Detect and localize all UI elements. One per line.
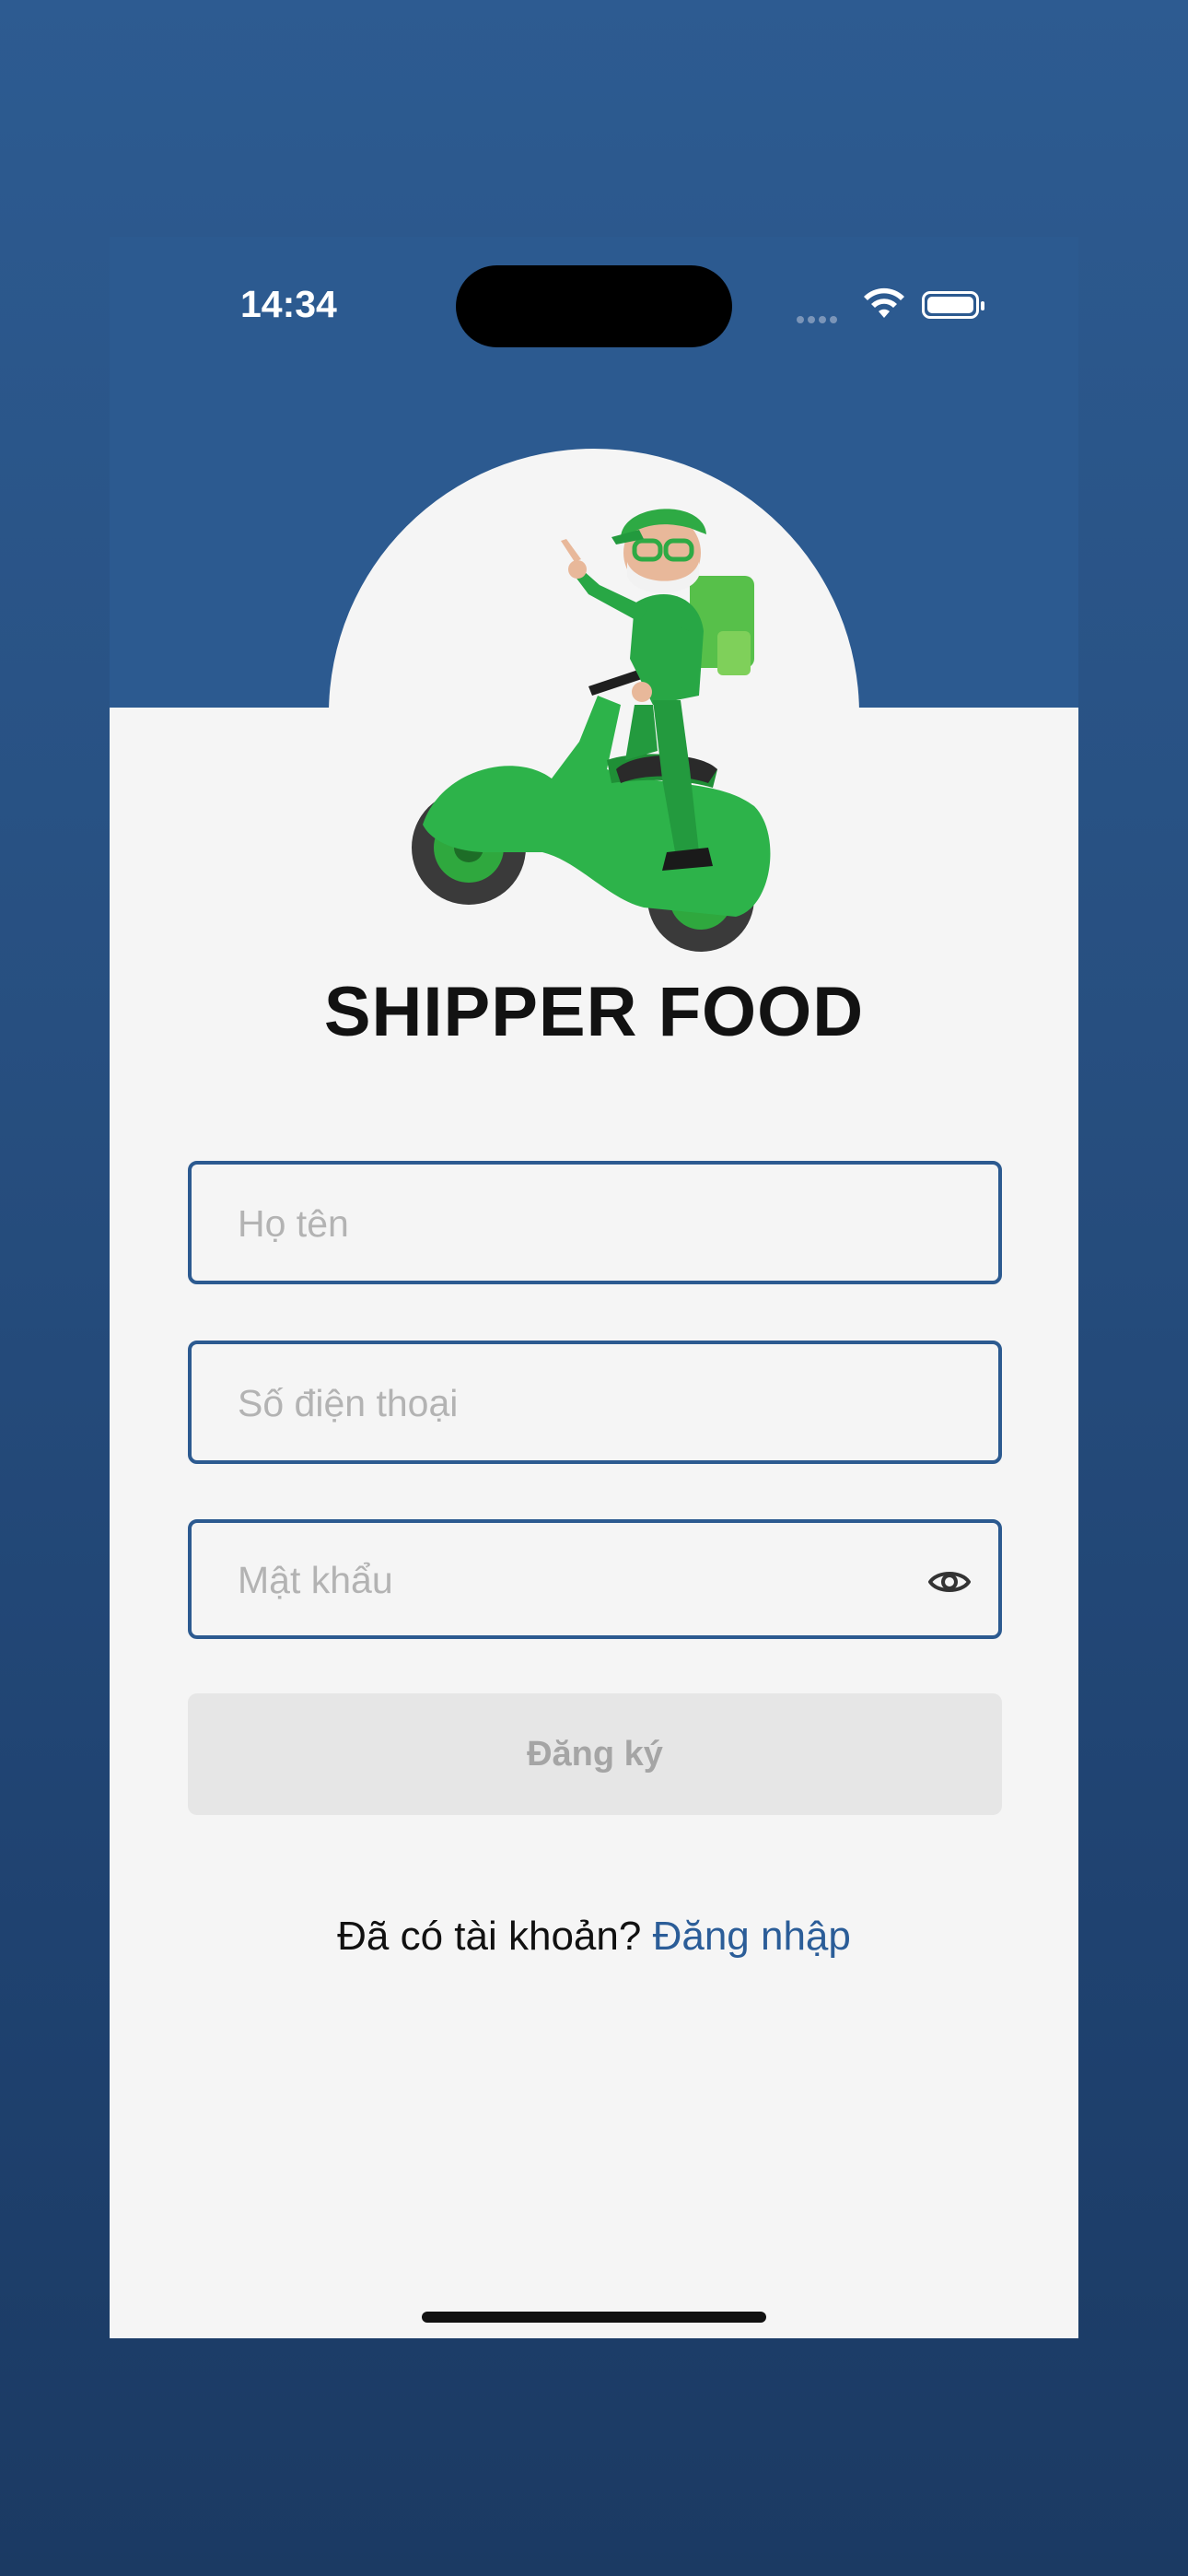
home-indicator[interactable] xyxy=(422,2312,766,2323)
full-name-field[interactable] xyxy=(188,1161,1002,1284)
password-field[interactable] xyxy=(188,1519,1002,1639)
eye-icon[interactable] xyxy=(926,1559,973,1605)
login-prompt-text: Đã có tài khoản? xyxy=(337,1914,642,1959)
register-button[interactable]: Đăng ký xyxy=(188,1693,1002,1815)
battery-icon xyxy=(922,291,984,319)
phone-input[interactable] xyxy=(236,1344,921,1462)
phone-field[interactable] xyxy=(188,1341,1002,1464)
status-time: 14:34 xyxy=(240,283,337,325)
full-name-input[interactable] xyxy=(236,1165,921,1282)
shipper-mascot xyxy=(412,509,771,952)
cellular-signal-icon xyxy=(797,311,841,328)
app-title: SHIPPER FOOD xyxy=(323,973,865,1051)
login-link[interactable]: Đăng nhập xyxy=(653,1914,851,1959)
password-input[interactable] xyxy=(236,1523,921,1637)
dynamic-island xyxy=(456,265,732,347)
login-prompt: Đã có tài khoản? Đăng nhập xyxy=(110,1914,1078,1960)
wifi-icon xyxy=(864,287,904,318)
phone-screen: 14:34 SHIPPER FOOD Họ tên Số điện thoại … xyxy=(110,237,1078,2338)
